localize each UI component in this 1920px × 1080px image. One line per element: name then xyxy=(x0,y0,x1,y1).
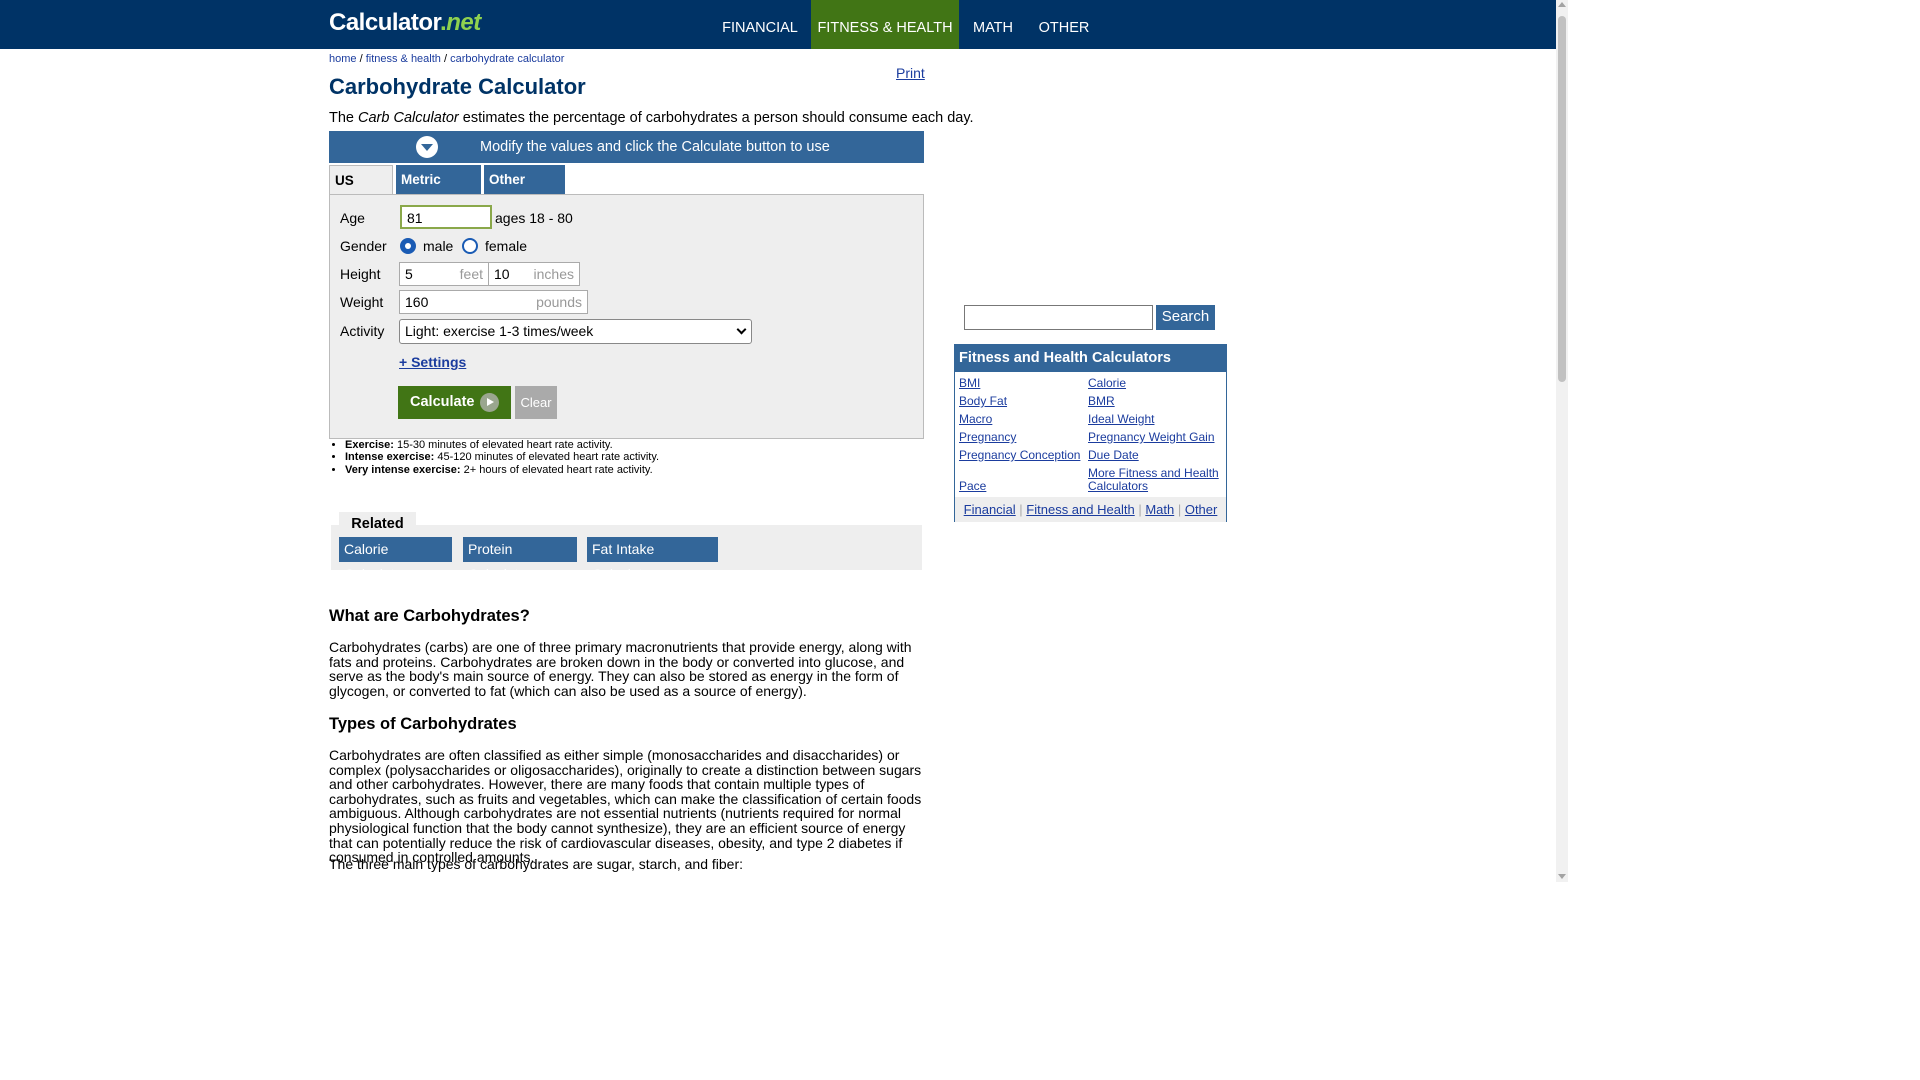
height-inches-input[interactable]: 10 inches xyxy=(488,262,580,286)
heading-what-are-carbohydrates: What are Carbohydrates? xyxy=(329,607,530,625)
height-feet-value: 5 xyxy=(405,266,413,282)
intro-text: The Carb Calculator estimates the percen… xyxy=(329,110,974,126)
print-link[interactable]: Print xyxy=(896,65,925,81)
activity-select[interactable]: Light: exercise 1-3 times/week xyxy=(399,319,752,344)
note-item: Exercise: 15-30 minutes of elevated hear… xyxy=(345,439,659,451)
gender-label: Gender xyxy=(340,238,387,254)
clear-button[interactable]: Clear xyxy=(515,386,557,419)
sidebar-link-bmi[interactable]: BMI xyxy=(959,377,980,390)
settings-link[interactable]: + Settings xyxy=(399,354,466,370)
top-navigation-bar: Calculator.net FINANCIAL FITNESS & HEALT… xyxy=(0,0,1556,49)
age-input[interactable]: 81 xyxy=(400,205,492,229)
fitness-health-calculators-box: Fitness and Health Calculators BMI Calor… xyxy=(954,344,1227,522)
note-item: Very intense exercise: 2+ hours of eleva… xyxy=(345,464,659,476)
sidebar-link-pregnancy[interactable]: Pregnancy xyxy=(959,431,1016,444)
paragraph: Carbohydrates (carbs) are one of three p… xyxy=(329,639,912,699)
related-title: Related xyxy=(351,516,404,532)
sidebar-link-ideal-weight[interactable]: Ideal Weight xyxy=(1088,413,1155,426)
related-calorie-calculator-button[interactable]: Calorie Calculator xyxy=(339,537,452,582)
sidebar-link-body-fat[interactable]: Body Fat xyxy=(959,395,1007,408)
paragraph: Carbohydrates are often classified as ei… xyxy=(329,747,922,866)
heading-types-of-carbohydrates: Types of Carbohydrates xyxy=(329,715,517,733)
inches-unit-label: inches xyxy=(533,266,574,282)
footer-link-other[interactable]: Other xyxy=(1185,502,1218,517)
breadcrumb-home[interactable]: home xyxy=(329,53,357,65)
sidebar-footer-nav: Financial | Fitness and Health | Math | … xyxy=(955,497,1226,522)
page-title: Carbohydrate Calculator xyxy=(329,74,586,99)
sidebar-link-pregnancy-conception[interactable]: Pregnancy Conception xyxy=(959,449,1080,462)
search-input[interactable] xyxy=(964,305,1153,330)
nav-other[interactable]: OTHER xyxy=(1027,0,1101,49)
nav-math[interactable]: MATH xyxy=(962,0,1024,49)
vertical-scrollbar[interactable] xyxy=(1556,0,1568,882)
scroll-thumb[interactable] xyxy=(1558,16,1566,382)
footer-link-math[interactable]: Math xyxy=(1145,502,1174,517)
site-logo[interactable]: Calculator.net xyxy=(329,9,481,37)
tab-us-units[interactable]: US Units xyxy=(329,165,393,218)
feet-unit-label: feet xyxy=(459,266,483,282)
sidebar-link-due-date[interactable]: Due Date xyxy=(1088,449,1139,462)
related-protein-calculator-button[interactable]: Protein Calculator xyxy=(463,537,577,582)
exercise-notes: Exercise: 15-30 minutes of elevated hear… xyxy=(329,439,659,476)
sidebar-link-bmr[interactable]: BMR xyxy=(1088,395,1115,408)
age-label: Age xyxy=(340,210,365,226)
tab-other-units[interactable]: Other Units xyxy=(484,165,565,217)
modify-values-bar[interactable]: Modify the values and click the Calculat… xyxy=(329,131,924,163)
modify-values-text: Modify the values and click the Calculat… xyxy=(480,139,830,155)
scroll-up-arrow-icon[interactable] xyxy=(1558,2,1566,7)
gender-male-label[interactable]: male xyxy=(423,238,453,254)
chevron-down-icon xyxy=(736,324,747,335)
sidebar-link-more[interactable]: More Fitness and Health Calculators xyxy=(1088,467,1223,493)
height-inches-value: 10 xyxy=(494,266,510,282)
note-item: Intense exercise: 45-120 minutes of elev… xyxy=(345,451,659,463)
calculate-label: Calculate xyxy=(410,394,475,410)
weight-value: 160 xyxy=(405,294,429,310)
paragraph: The three main types of carbohydrates ar… xyxy=(329,856,743,872)
chevron-down-circle-icon[interactable] xyxy=(416,136,438,158)
weight-input[interactable]: 160 pounds xyxy=(399,290,588,314)
gender-female-label[interactable]: female xyxy=(485,238,527,254)
gender-male-radio[interactable] xyxy=(400,238,416,254)
gender-female-radio[interactable] xyxy=(462,238,478,254)
sidebar-link-pace[interactable]: Pace xyxy=(959,480,986,493)
breadcrumb-current[interactable]: carbohydrate calculator xyxy=(450,53,564,65)
activity-selected-value: Light: exercise 1-3 times/week xyxy=(405,323,594,339)
sidebar-link-pregnancy-weight-gain[interactable]: Pregnancy Weight Gain xyxy=(1088,431,1215,444)
scroll-down-arrow-icon[interactable] xyxy=(1558,874,1566,879)
search-button[interactable]: Search xyxy=(1156,305,1215,330)
activity-label: Activity xyxy=(340,323,385,339)
play-arrow-icon xyxy=(480,393,499,412)
related-fat-intake-calculator-button[interactable]: Fat Intake Calculator xyxy=(587,537,718,582)
sidebar-link-calorie[interactable]: Calorie xyxy=(1088,377,1126,390)
height-label: Height xyxy=(340,266,381,282)
nav-fitness-health[interactable]: FITNESS & HEALTH xyxy=(811,0,959,49)
breadcrumb-fitness-health[interactable]: fitness & health xyxy=(366,53,441,65)
breadcrumb: home / fitness & health / carbohydrate c… xyxy=(329,53,565,65)
height-feet-input[interactable]: 5 feet xyxy=(399,262,489,286)
footer-link-financial[interactable]: Financial xyxy=(964,502,1016,517)
tab-metric-units[interactable]: Metric Units xyxy=(396,165,481,217)
sidebar-link-macro[interactable]: Macro xyxy=(959,413,992,426)
footer-link-fitness-health[interactable]: Fitness and Health xyxy=(1026,502,1134,517)
calculate-button[interactable]: Calculate xyxy=(398,386,511,419)
nav-financial[interactable]: FINANCIAL xyxy=(712,0,808,49)
age-range-hint: ages 18 - 80 xyxy=(495,210,573,226)
sidebar-title: Fitness and Health Calculators xyxy=(955,345,1226,372)
weight-label: Weight xyxy=(340,294,384,310)
pounds-unit-label: pounds xyxy=(536,294,582,310)
